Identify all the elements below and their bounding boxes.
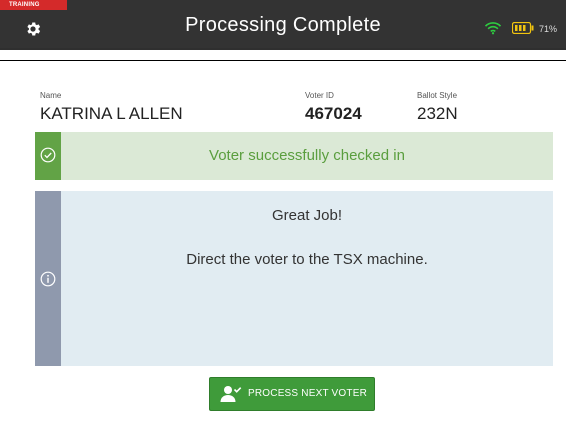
- success-message: Voter successfully checked in: [209, 147, 405, 164]
- voter-id: 467024: [305, 104, 362, 123]
- training-mode-tag: TRAINING: [0, 0, 67, 10]
- process-next-voter-label: PROCESS NEXT VOTER: [248, 388, 367, 399]
- user-check-icon: [220, 386, 242, 402]
- ballot-style-label: Ballot Style: [417, 91, 458, 100]
- wifi-icon: [484, 22, 502, 35]
- battery-percent: 71%: [539, 24, 558, 34]
- name-label: Name: [40, 91, 62, 100]
- success-stripe: [35, 132, 61, 180]
- info-heading: Great Job!: [271, 207, 343, 224]
- info-body: Direct the voter to the TSX machine.: [186, 251, 428, 268]
- process-next-voter-button[interactable]: PROCESS NEXT VOTER: [209, 377, 375, 411]
- ballot-style: 232N: [417, 104, 458, 123]
- voter-id-label: Voter ID: [305, 91, 334, 100]
- battery-icon: [512, 22, 534, 34]
- header-bar: TRAINING Processing Complete 71%: [0, 0, 566, 61]
- voter-name: KATRINA L ALLEN: [40, 104, 183, 123]
- success-banner: Voter successfully checked in: [35, 132, 553, 180]
- info-stripe: [35, 191, 61, 366]
- info-icon: [40, 271, 56, 287]
- page-title: Processing Complete: [185, 14, 381, 36]
- info-panel: Great Job! Direct the voter to the TSX m…: [35, 191, 553, 366]
- header-divider: [0, 50, 566, 60]
- check-circle-icon: [40, 147, 56, 163]
